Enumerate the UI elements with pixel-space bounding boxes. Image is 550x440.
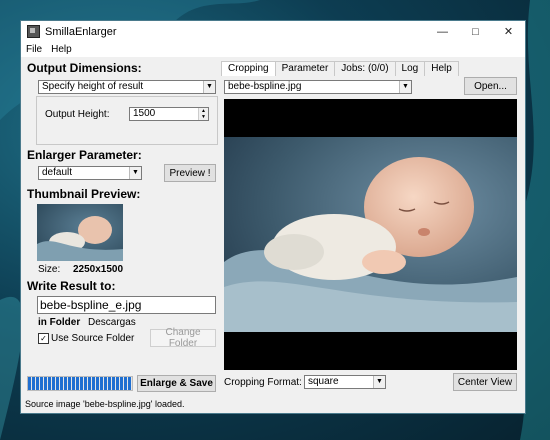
output-filename-field[interactable]: bebe-bspline_e.jpg	[37, 296, 216, 314]
chevron-down-icon: ▼	[399, 81, 411, 93]
status-text: Source image 'bebe-bspline.jpg' loaded.	[25, 399, 185, 409]
folder-value: Descargas	[88, 317, 136, 328]
source-file-select[interactable]: bebe-bspline.jpg ▼	[224, 80, 412, 94]
tab-jobs[interactable]: Jobs: (0/0)	[334, 61, 396, 76]
write-result-heading: Write Result to:	[27, 279, 116, 293]
app-icon	[27, 25, 40, 38]
dimension-mode-select[interactable]: Specify height of result ▼	[38, 80, 216, 94]
tab-help[interactable]: Help	[424, 61, 459, 76]
use-source-folder-checkbox[interactable]: ✓	[38, 333, 49, 344]
close-button[interactable]: ✕	[492, 21, 525, 42]
crop-preview-area[interactable]	[224, 99, 517, 370]
change-folder-button[interactable]: Change Folder	[150, 327, 216, 349]
menu-help[interactable]: Help	[47, 44, 76, 55]
folder-label: in Folder	[38, 317, 81, 328]
center-view-button[interactable]: Center View	[453, 373, 517, 391]
cropping-format-select[interactable]: square ▼	[304, 375, 386, 389]
output-dimensions-heading: Output Dimensions:	[27, 61, 142, 75]
cropping-format-label: Cropping Format:	[224, 377, 302, 388]
enlarger-preset-value: default	[42, 167, 73, 178]
open-button[interactable]: Open...	[464, 77, 517, 95]
window-title: SmillaEnlarger	[45, 25, 117, 38]
tab-bar: Cropping Parameter Jobs: (0/0) Log Help	[221, 61, 459, 76]
tab-parameter[interactable]: Parameter	[274, 61, 336, 76]
output-height-value: 1500	[133, 108, 156, 119]
source-image[interactable]	[224, 137, 517, 332]
thumbnail-image	[37, 204, 123, 261]
source-file-value: bebe-bspline.jpg	[228, 81, 302, 92]
maximize-button[interactable]: □	[459, 21, 492, 42]
dimension-mode-value: Specify height of result	[42, 81, 144, 92]
tab-log[interactable]: Log	[394, 61, 426, 76]
chevron-down-icon: ▼	[129, 167, 141, 179]
progress-bar	[27, 376, 133, 391]
preview-button[interactable]: Preview !	[164, 164, 216, 182]
spin-arrows-icon[interactable]: ▲ ▼	[198, 108, 208, 120]
minimize-button[interactable]: —	[426, 21, 459, 42]
tab-cropping[interactable]: Cropping	[221, 61, 276, 76]
thumbnail-heading: Thumbnail Preview:	[27, 187, 141, 201]
enlarger-preset-select[interactable]: default ▼	[38, 166, 142, 180]
use-source-folder-label: Use Source Folder	[51, 333, 135, 344]
menu-bar: File Help	[21, 42, 525, 57]
enlarger-parameter-heading: Enlarger Parameter:	[27, 148, 142, 162]
title-bar: SmillaEnlarger — □ ✕	[21, 21, 525, 42]
size-value: 2250x1500	[73, 264, 124, 275]
output-height-label: Output Height:	[45, 109, 110, 120]
enlarge-save-button[interactable]: Enlarge & Save	[137, 375, 216, 392]
chevron-down-icon: ▼	[373, 376, 385, 388]
app-window: SmillaEnlarger — □ ✕ File Help Output Di…	[20, 20, 526, 414]
progress-fill	[28, 377, 132, 390]
cropping-format-value: square	[308, 376, 339, 387]
output-height-group: Output Height: 1500 ▲ ▼	[36, 96, 218, 145]
size-label: Size:	[38, 264, 61, 275]
output-height-spinbox[interactable]: 1500 ▲ ▼	[129, 107, 209, 121]
chevron-down-icon: ▼	[203, 81, 215, 93]
menu-file[interactable]: File	[22, 44, 46, 55]
